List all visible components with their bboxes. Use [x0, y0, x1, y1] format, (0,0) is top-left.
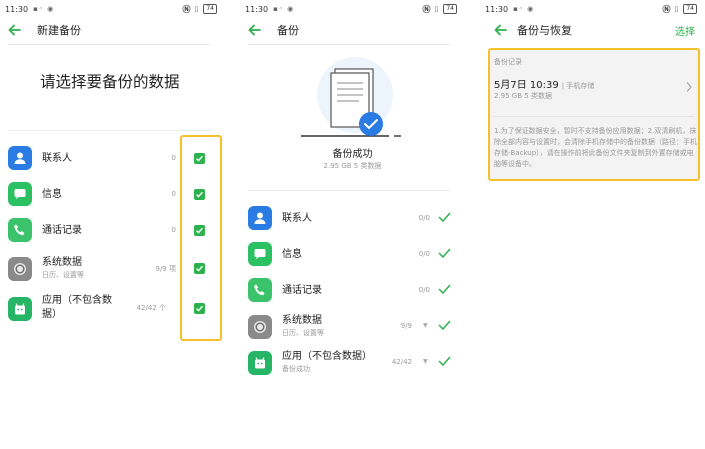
item-label: 通话记录: [42, 225, 82, 236]
back-arrow-icon[interactable]: [494, 23, 508, 37]
phone-icon: [8, 218, 32, 242]
item-sub: 备份成功: [282, 365, 310, 373]
status-time: 11:30: [245, 4, 269, 14]
battery-icon: 74: [443, 4, 457, 14]
vibrate-icon: ▯: [434, 5, 440, 13]
page-title: 备份与恢复: [517, 24, 572, 37]
battery-icon: 74: [203, 4, 217, 14]
system-data-icon: [8, 257, 32, 281]
section-divider: [248, 190, 450, 191]
item-label: 系统数据: [42, 257, 82, 268]
backup-result-screen: 11:30 ▪◦ ◉ Ⓝ ▯ 74 备份 备份成功 2.95 GB 5 类数据 …: [240, 0, 465, 449]
status-bar: 11:30 ▪◦ ◉ Ⓝ ▯ 74: [5, 3, 217, 15]
result-item-messages: 信息 0/0: [240, 236, 465, 272]
backup-restore-screen: 11:30 ▪◦ ◉ Ⓝ ▯ 74 备份与恢复 选择 备份记录 5月7日 10:…: [480, 0, 705, 449]
item-sub: 日历、设置等: [42, 271, 84, 279]
nfc-icon: Ⓝ: [662, 4, 671, 14]
app-icon: [248, 351, 272, 375]
item-count: 0: [171, 190, 176, 198]
item-count: 0: [171, 154, 176, 162]
check-icon: [438, 212, 451, 222]
status-time: 11:30: [5, 4, 29, 14]
result-item-apps[interactable]: 应用（不包含数据） 备份成功 42/42 ▼: [240, 344, 465, 380]
item-count: 0/0: [418, 214, 430, 222]
back-arrow-icon[interactable]: [248, 23, 262, 37]
status-bar: 11:30 ▪◦ ◉ Ⓝ ▯ 74: [485, 3, 697, 15]
nfc-icon: Ⓝ: [422, 4, 431, 14]
vibrate-icon: ▯: [194, 5, 200, 13]
nav-bar: 备份与恢复 选择: [480, 18, 705, 42]
status-time: 11:30: [485, 4, 509, 14]
highlight-box: [180, 135, 222, 341]
nfc-icon: Ⓝ: [182, 4, 191, 14]
app-icon: [8, 297, 32, 321]
message-icon: [8, 182, 32, 206]
check-icon: [438, 284, 451, 294]
phone-icon: [248, 278, 272, 302]
nav-bar: 备份: [240, 18, 465, 42]
new-backup-screen: 11:30 ▪◦ ◉ Ⓝ ▯ 74 新建备份 请选择要备份的数据 联系人 0 信…: [0, 0, 225, 449]
result-item-system-data[interactable]: 系统数据 日历、设置等 9/9 ▼: [240, 308, 465, 344]
section-divider: [8, 130, 210, 131]
page-title: 新建备份: [37, 24, 81, 37]
backup-success-summary: 2.95 GB 5 类数据: [323, 162, 382, 170]
nav-divider: [8, 44, 210, 45]
item-label: 通话记录: [282, 285, 322, 296]
check-icon: [438, 248, 451, 258]
select-button[interactable]: 选择: [675, 23, 695, 38]
result-item-contacts: 联系人 0/0: [240, 200, 465, 236]
battery-icon: 74: [683, 4, 697, 14]
signal-icon: ▪◦ ◉: [513, 5, 535, 13]
status-bar: 11:30 ▪◦ ◉ Ⓝ ▯ 74: [245, 3, 457, 15]
check-icon: [438, 356, 451, 366]
system-data-icon: [248, 315, 272, 339]
item-count: 42/42 个: [136, 304, 166, 312]
backup-document-illustration: [301, 57, 401, 137]
contact-icon: [8, 146, 32, 170]
expand-caret-icon[interactable]: ▼: [423, 358, 428, 365]
item-label-line2: 据）: [42, 309, 62, 320]
item-label: 联系人: [282, 213, 312, 224]
item-label: 信息: [42, 189, 62, 200]
signal-icon: ▪◦ ◉: [33, 5, 55, 13]
item-count: 0/0: [418, 286, 430, 294]
item-label: 系统数据: [282, 315, 322, 326]
item-count: 0: [171, 226, 176, 234]
backup-success-title: 备份成功: [332, 149, 373, 160]
check-icon: [438, 320, 451, 330]
result-item-call-log: 通话记录 0/0: [240, 272, 465, 308]
nav-bar: 新建备份: [0, 18, 225, 42]
message-icon: [248, 242, 272, 266]
item-count: 42/42: [391, 358, 412, 366]
signal-icon: ▪◦ ◉: [273, 5, 295, 13]
item-label: 信息: [282, 249, 302, 260]
page-title: 备份: [277, 24, 299, 37]
expand-caret-icon[interactable]: ▼: [423, 322, 428, 329]
item-label: 应用（不包含数据）: [282, 351, 372, 362]
vibrate-icon: ▯: [674, 5, 680, 13]
item-label: 联系人: [42, 153, 72, 164]
back-arrow-icon[interactable]: [8, 23, 22, 37]
nav-divider: [248, 44, 450, 45]
contact-icon: [248, 206, 272, 230]
item-count: 9/9: [400, 322, 412, 330]
select-data-heading: 请选择要备份的数据: [40, 73, 180, 91]
item-label: 应用（不包含数: [42, 295, 112, 306]
highlight-box: [488, 48, 700, 181]
item-count: 9/9 项: [155, 265, 177, 273]
item-count: 0/0: [418, 250, 430, 258]
item-sub: 日历、设置等: [282, 329, 324, 337]
